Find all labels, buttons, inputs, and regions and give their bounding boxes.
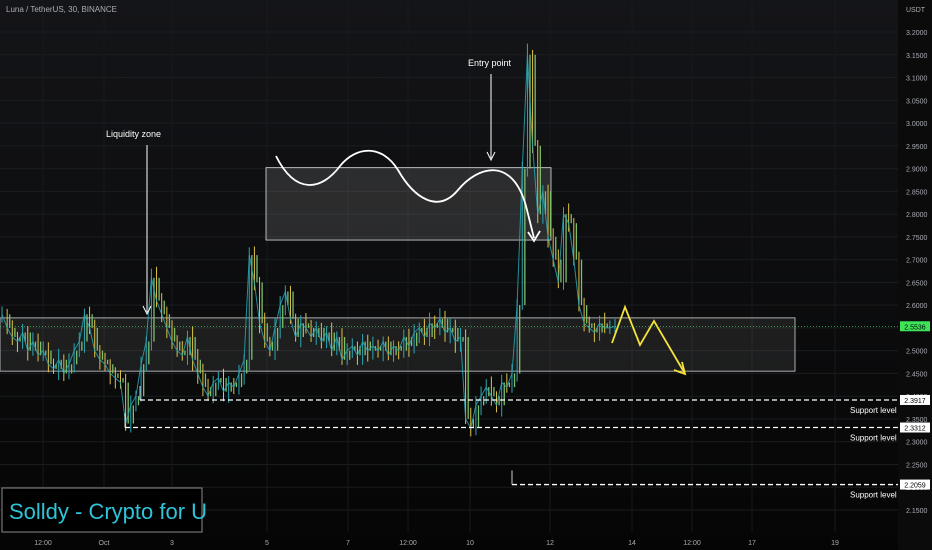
current-price-badge-text: 2.5536 xyxy=(904,324,926,331)
consolidation-zone xyxy=(0,317,796,372)
axis-unit-label: USDT xyxy=(906,7,926,14)
support-level-label: Support level xyxy=(850,406,897,415)
y-tick-label: 2.8000 xyxy=(906,212,928,219)
x-tick-label: 5 xyxy=(265,540,269,547)
y-tick-label: 2.4500 xyxy=(906,371,928,378)
x-tick-label: 7 xyxy=(346,540,350,547)
x-tick-label: 12 xyxy=(546,540,554,547)
level-price-badge-text: 2.3917 xyxy=(904,398,926,405)
level-price-badge-text: 2.3312 xyxy=(904,426,926,433)
y-tick-label: 2.1500 xyxy=(906,508,928,515)
y-tick-label: 2.6500 xyxy=(906,280,928,287)
price-chart[interactable]: Support levelSupport levelSupport level … xyxy=(0,0,932,550)
y-tick-label: 3.1500 xyxy=(906,53,928,60)
projection-box xyxy=(265,167,552,241)
y-tick-label: 2.3000 xyxy=(906,440,928,447)
y-tick-label: 2.5000 xyxy=(906,349,928,356)
support-level-label: Support level xyxy=(850,434,897,443)
x-tick-label: 3 xyxy=(170,540,174,547)
support-level-label: Support level xyxy=(850,491,897,500)
annotation-liquidity-zone: Liquidity zone xyxy=(106,129,161,139)
watermark: Solldy - Crypto for U xyxy=(1,487,207,533)
y-tick-label: 2.6000 xyxy=(906,303,928,310)
y-tick-label: 2.9500 xyxy=(906,144,928,151)
y-tick-label: 2.7000 xyxy=(906,258,928,265)
x-tick-label: 10 xyxy=(466,540,474,547)
watermark-text: Solldy - Crypto for U xyxy=(9,499,207,524)
symbol-header: Luna / TetherUS, 30, BINANCE xyxy=(6,5,117,14)
x-tick-label: 12:00 xyxy=(399,540,417,547)
annotation-entry-point: Entry point xyxy=(468,58,512,68)
x-tick-label: 12:00 xyxy=(34,540,52,547)
y-tick-label: 2.9000 xyxy=(906,167,928,174)
y-tick-label: 3.1000 xyxy=(906,76,928,83)
y-tick-label: 3.0000 xyxy=(906,121,928,128)
y-tick-label: 2.7500 xyxy=(906,235,928,242)
y-tick-label: 2.8500 xyxy=(906,189,928,196)
x-tick-label: Oct xyxy=(99,540,110,547)
y-tick-label: 3.2000 xyxy=(906,30,928,37)
x-tick-label: 17 xyxy=(748,540,756,547)
level-price-badge-text: 2.2059 xyxy=(904,483,926,490)
x-tick-label: 19 xyxy=(831,540,839,547)
x-tick-label: 12:00 xyxy=(683,540,701,547)
y-tick-label: 3.0500 xyxy=(906,98,928,105)
x-tick-label: 14 xyxy=(628,540,636,547)
y-tick-label: 2.2500 xyxy=(906,462,928,469)
chart-background xyxy=(0,0,932,550)
